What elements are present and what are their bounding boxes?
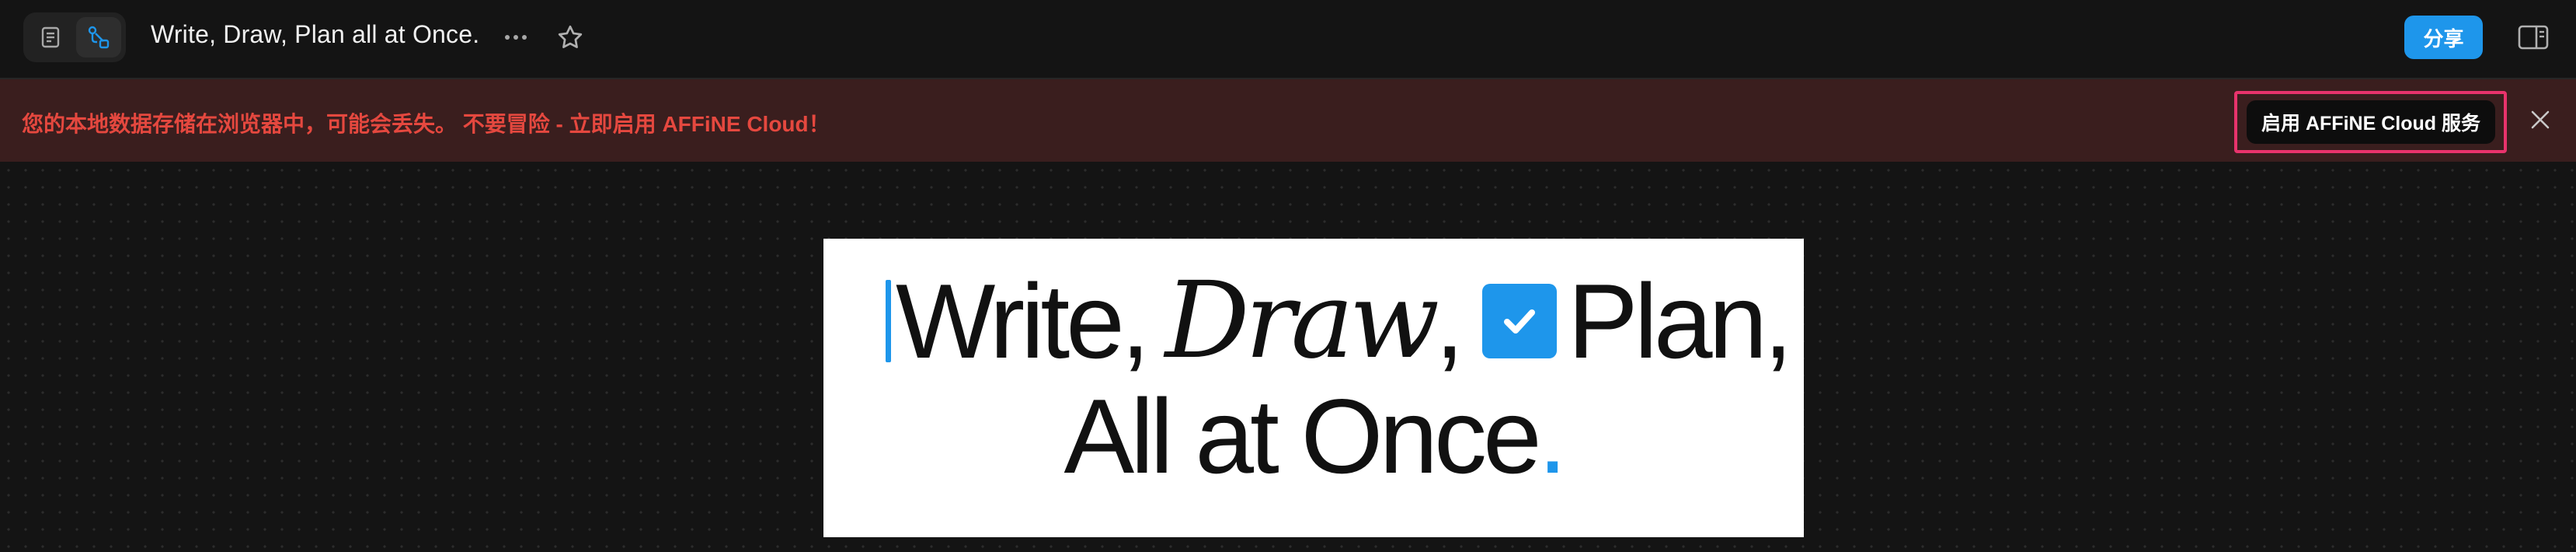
hero-comma: , — [1435, 262, 1464, 380]
hero-word-write: Write, — [896, 262, 1150, 380]
hero-word-draw: Draw — [1164, 260, 1440, 383]
more-horizontal-icon — [505, 35, 527, 40]
close-banner-button[interactable] — [2525, 104, 2556, 135]
edgeless-mode-button[interactable] — [76, 17, 121, 58]
hero-line-1: Write, Draw , Plan, — [886, 260, 1793, 383]
more-button[interactable] — [500, 23, 531, 51]
top-bar: Write, Draw, Plan all at Once. 分享 — [0, 0, 2576, 78]
favorite-button[interactable] — [555, 22, 586, 53]
hero-image-card[interactable]: Write, Draw , Plan, All at Once. — [823, 239, 1804, 537]
text-caret — [886, 280, 891, 362]
local-storage-warning-banner: 您的本地数据存储在浏览器中，可能会丢失。 不要冒险 - 立即启用 AFFiNE … — [0, 78, 2576, 162]
star-icon — [558, 25, 583, 48]
hero-line-2-text: All at Once — [1063, 377, 1542, 495]
checkbox-icon — [1481, 284, 1557, 358]
page-mode-button[interactable] — [28, 17, 73, 58]
edgeless-canvas[interactable]: Write, Draw , Plan, All at Once. — [0, 162, 2576, 552]
hero-line-2: All at Once. — [823, 383, 1804, 489]
page-title[interactable]: Write, Draw, Plan all at Once. — [151, 20, 479, 49]
edgeless-mode-icon — [88, 26, 110, 49]
right-sidebar-toggle-button[interactable] — [2515, 20, 2551, 54]
share-button[interactable]: 分享 — [2404, 16, 2483, 59]
warning-message: 您的本地数据存储在浏览器中，可能会丢失。 不要冒险 - 立即启用 AFFiNE … — [22, 112, 830, 136]
close-icon — [2531, 110, 2550, 129]
enable-cloud-button[interactable]: 启用 AFFiNE Cloud 服务 — [2247, 100, 2495, 144]
hero-dot: . — [1537, 377, 1568, 495]
page-mode-icon — [41, 26, 60, 48]
right-sidebar-toggle-icon — [2518, 25, 2549, 50]
view-mode-switch — [23, 12, 126, 62]
hero-word-plan: Plan, — [1567, 262, 1793, 380]
